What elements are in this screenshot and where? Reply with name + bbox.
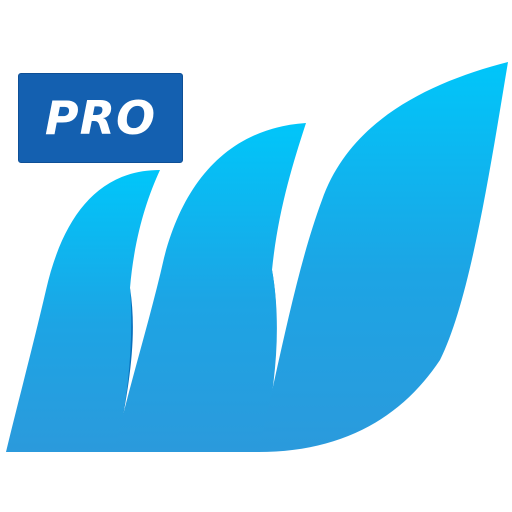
logo-blade-large bbox=[258, 62, 508, 452]
pro-badge-label: PRO bbox=[44, 91, 157, 145]
pro-badge: PRO bbox=[18, 73, 183, 163]
